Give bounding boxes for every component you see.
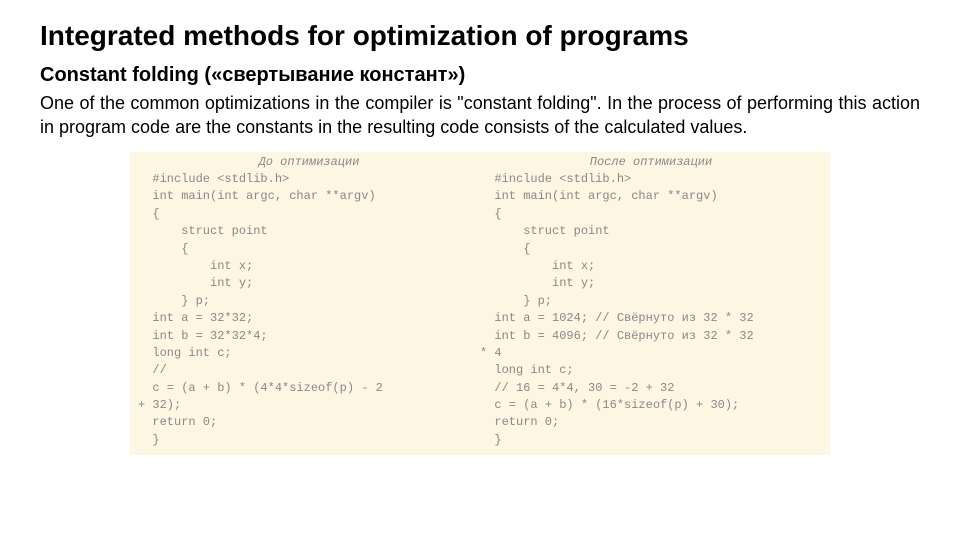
body-paragraph: One of the common optimizations in the c… (40, 91, 920, 140)
page-title: Integrated methods for optimization of p… (40, 20, 920, 52)
code-line: + 32); c = (a + b) * (16*sizeof(p) + 30)… (138, 397, 822, 414)
code-left-line: c = (a + b) * (4*4*sizeof(p) - 2 (138, 380, 480, 397)
code-right-line: long int c; (480, 362, 822, 379)
code-left-line: long int c; (138, 345, 480, 362)
code-line: long int c;* 4 (138, 345, 822, 362)
code-right-line: int a = 1024; // Свёрнуто из 32 * 32 (480, 310, 822, 327)
code-line: { { (138, 241, 822, 258)
code-line: int b = 32*32*4; int b = 4096; // Свёрну… (138, 328, 822, 345)
code-header-row: До оптимизации После оптимизации (138, 154, 822, 171)
code-right-line: * 4 (480, 345, 822, 362)
code-line: int x; int x; (138, 258, 822, 275)
code-left-line: int main(int argc, char **argv) (138, 188, 480, 205)
code-right-line: } p; (480, 293, 822, 310)
code-line: } } (138, 432, 822, 449)
code-right-line: { (480, 206, 822, 223)
code-right-line: { (480, 241, 822, 258)
code-line: int main(int argc, char **argv) int main… (138, 188, 822, 205)
code-left-line: #include <stdlib.h> (138, 171, 480, 188)
code-line: } p; } p; (138, 293, 822, 310)
code-left-line: return 0; (138, 414, 480, 431)
code-right-line: int x; (480, 258, 822, 275)
code-left-line: + 32); (138, 397, 480, 414)
code-line: { { (138, 206, 822, 223)
code-right-line: int main(int argc, char **argv) (480, 188, 822, 205)
code-right-line: c = (a + b) * (16*sizeof(p) + 30); (480, 397, 822, 414)
code-right-line: } (480, 432, 822, 449)
code-right-line: return 0; (480, 414, 822, 431)
code-line: // long int c; (138, 362, 822, 379)
code-left-line: int a = 32*32; (138, 310, 480, 327)
code-right-line: struct point (480, 223, 822, 240)
code-right-line: int y; (480, 275, 822, 292)
code-line: int a = 32*32; int a = 1024; // Свёрнуто… (138, 310, 822, 327)
code-right-line: int b = 4096; // Свёрнуто из 32 * 32 (480, 328, 822, 345)
code-right-line: // 16 = 4*4, 30 = -2 + 32 (480, 380, 822, 397)
code-header-before: До оптимизации (138, 154, 480, 171)
code-left-line: struct point (138, 223, 480, 240)
code-header-after: После оптимизации (480, 154, 822, 171)
code-left-line: { (138, 241, 480, 258)
code-left-line: { (138, 206, 480, 223)
code-left-line: } p; (138, 293, 480, 310)
code-left-line: // (138, 362, 480, 379)
code-left-line: } (138, 432, 480, 449)
code-left-line: int y; (138, 275, 480, 292)
code-line: int y; int y; (138, 275, 822, 292)
code-line: c = (a + b) * (4*4*sizeof(p) - 2 // 16 =… (138, 380, 822, 397)
code-line: #include <stdlib.h> #include <stdlib.h> (138, 171, 822, 188)
code-comparison-block: До оптимизации После оптимизации #includ… (130, 152, 830, 456)
section-subtitle: Constant folding («свертывание констант»… (40, 64, 920, 87)
code-left-line: int x; (138, 258, 480, 275)
code-line: return 0; return 0; (138, 414, 822, 431)
code-line: struct point struct point (138, 223, 822, 240)
code-right-line: #include <stdlib.h> (480, 171, 822, 188)
code-left-line: int b = 32*32*4; (138, 328, 480, 345)
